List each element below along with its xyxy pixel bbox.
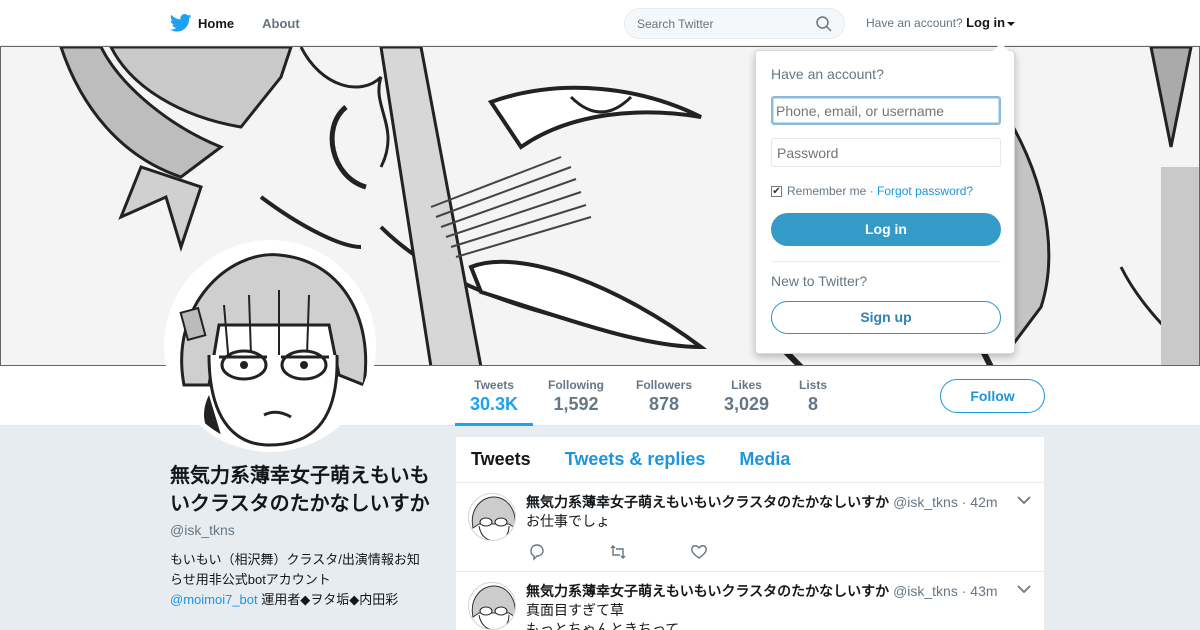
tab-media[interactable]: Media xyxy=(739,449,790,470)
stat-following-label: Following xyxy=(548,378,604,392)
signup-button[interactable]: Sign up xyxy=(771,301,1001,334)
stat-likes-label: Likes xyxy=(731,378,762,392)
new-to-twitter-text: New to Twitter? xyxy=(771,273,868,289)
like-icon[interactable] xyxy=(690,543,708,561)
remember-checkbox[interactable]: ✔ xyxy=(771,185,782,197)
tweet-avatar-image xyxy=(471,496,515,540)
stat-lists[interactable]: Lists 8 xyxy=(799,378,827,415)
reply-icon[interactable] xyxy=(528,543,546,561)
login-link-label[interactable]: Log in xyxy=(966,15,1005,30)
stat-likes-value: 3,029 xyxy=(724,394,770,414)
nav-home-label: Home xyxy=(198,15,235,31)
stat-followers-value: 878 xyxy=(648,394,680,414)
tweet-header: 無気力系薄幸女子萌えもいもいクラスタのたかなしいすか @isk_tkns · 4… xyxy=(526,581,998,601)
dropdown-arrow xyxy=(993,43,1009,51)
profile-card: 無気力系薄幸女子萌えもいもいクラスタのたかなしいすか @isk_tkns もいも… xyxy=(170,462,432,610)
tweet-actions xyxy=(528,543,771,561)
chevron-down-icon[interactable] xyxy=(1017,584,1031,594)
stat-lists-value: 8 xyxy=(808,394,819,414)
follow-button[interactable]: Follow xyxy=(940,379,1045,413)
login-dropdown: Have an account? ✔ Remember me · Forgot … xyxy=(755,43,1015,354)
nav-about-label: About xyxy=(262,15,300,31)
retweet-icon[interactable] xyxy=(609,543,627,561)
stat-tweets-value: 30.3K xyxy=(470,394,519,414)
timeline-tabs: Tweets Tweets & replies Media xyxy=(456,437,1044,483)
bio-text-suffix: 運用者◆ヲタ垢◆内田彩 xyxy=(257,592,399,607)
tweet-avatar[interactable] xyxy=(468,493,516,541)
tab-tweets[interactable]: Tweets xyxy=(471,449,531,470)
chevron-down-icon[interactable] xyxy=(1017,495,1031,505)
tweet-author-name[interactable]: 無気力系薄幸女子萌えもいもいクラスタのたかなしいすか xyxy=(526,583,889,599)
tweet-author-name[interactable]: 無気力系薄幸女子萌えもいもいクラスタのたかなしいすか xyxy=(526,494,889,510)
tweet-timestamp[interactable]: · 43m xyxy=(962,583,998,599)
stat-following[interactable]: Following 1,592 xyxy=(548,378,604,415)
tweet-author-handle[interactable]: @isk_tkns xyxy=(893,583,958,599)
tweet-timestamp[interactable]: · 42m xyxy=(962,494,998,510)
active-stat-underline xyxy=(455,423,533,426)
dropdown-title: Have an account? xyxy=(771,66,884,82)
dropdown-divider xyxy=(771,261,1001,262)
tweet-header: 無気力系薄幸女子萌えもいもいクラスタのたかなしいすか @isk_tkns · 4… xyxy=(526,492,998,512)
stat-followers-label: Followers xyxy=(636,378,693,392)
top-nav: Home About Search Twitter Have an accoun… xyxy=(0,0,1200,46)
stat-likes[interactable]: Likes 3,029 xyxy=(724,378,769,415)
tab-tweets-replies[interactable]: Tweets & replies xyxy=(565,449,706,470)
password-field[interactable] xyxy=(771,138,1001,167)
nav-about[interactable]: About xyxy=(262,16,300,31)
forgot-password-link[interactable]: Forgot password? xyxy=(877,184,973,198)
stat-followers[interactable]: Followers 878 xyxy=(636,378,692,415)
tweet-author-handle[interactable]: @isk_tkns xyxy=(893,494,958,510)
profile-bio: もいもい（相沢舞）クラスタ/出演情報お知らせ用非公式botアカウント @moim… xyxy=(170,550,432,610)
avatar-illustration xyxy=(169,245,371,447)
tweet-item[interactable]: 無気力系薄幸女子萌えもいもいクラスタのたかなしいすか @isk_tkns · 4… xyxy=(456,572,1044,630)
tweet-avatar-image xyxy=(471,585,515,629)
separator-dot: · xyxy=(869,184,874,198)
search-icon[interactable] xyxy=(816,15,832,32)
bio-mention-link[interactable]: @moimoi7_bot xyxy=(170,592,258,607)
nav-home[interactable]: Home xyxy=(170,14,234,32)
caret-down-icon xyxy=(1007,21,1016,26)
search-placeholder: Search Twitter xyxy=(637,16,714,31)
nav-left: Home About xyxy=(170,0,328,46)
tweet-item[interactable]: 無気力系薄幸女子萌えもいもいクラスタのたかなしいすか @isk_tkns · 4… xyxy=(456,483,1044,572)
stat-following-value: 1,592 xyxy=(553,394,599,414)
profile-name[interactable]: 無気力系薄幸女子萌えもいもいクラスタのたかなしいすか xyxy=(170,462,432,518)
login-button[interactable]: Log in xyxy=(771,213,1001,246)
stat-tweets[interactable]: Tweets 30.3K xyxy=(470,378,518,415)
remember-label[interactable]: Remember me xyxy=(787,184,866,198)
search-input[interactable]: Search Twitter xyxy=(624,8,845,39)
remember-row: ✔ Remember me · Forgot password? xyxy=(771,184,973,198)
profile-avatar[interactable] xyxy=(164,240,376,452)
tweet-text: 真面目すぎて草 もっとちゃんときちって xyxy=(526,601,679,630)
tweet-text: お仕事でしょ xyxy=(526,513,610,529)
bio-text: もいもい（相沢舞）クラスタ/出演情報お知らせ用非公式botアカウント xyxy=(170,552,420,587)
username-field[interactable] xyxy=(771,96,1001,125)
have-account-text: Have an account? xyxy=(866,16,963,30)
timeline: Tweets Tweets & replies Media 無気力系薄幸女子萌え… xyxy=(456,437,1044,630)
twitter-bird-icon xyxy=(170,14,192,32)
profile-handle[interactable]: @isk_tkns xyxy=(170,522,432,538)
tweet-avatar[interactable] xyxy=(468,582,516,630)
login-toggle[interactable]: Have an account? Log in xyxy=(866,15,1016,30)
tweet-text-line-1: 真面目すぎて草 xyxy=(526,602,624,618)
tweet-text-line-2: もっとちゃんときちって xyxy=(526,621,680,630)
stat-lists-label: Lists xyxy=(799,378,828,392)
stat-tweets-label: Tweets xyxy=(474,378,514,392)
